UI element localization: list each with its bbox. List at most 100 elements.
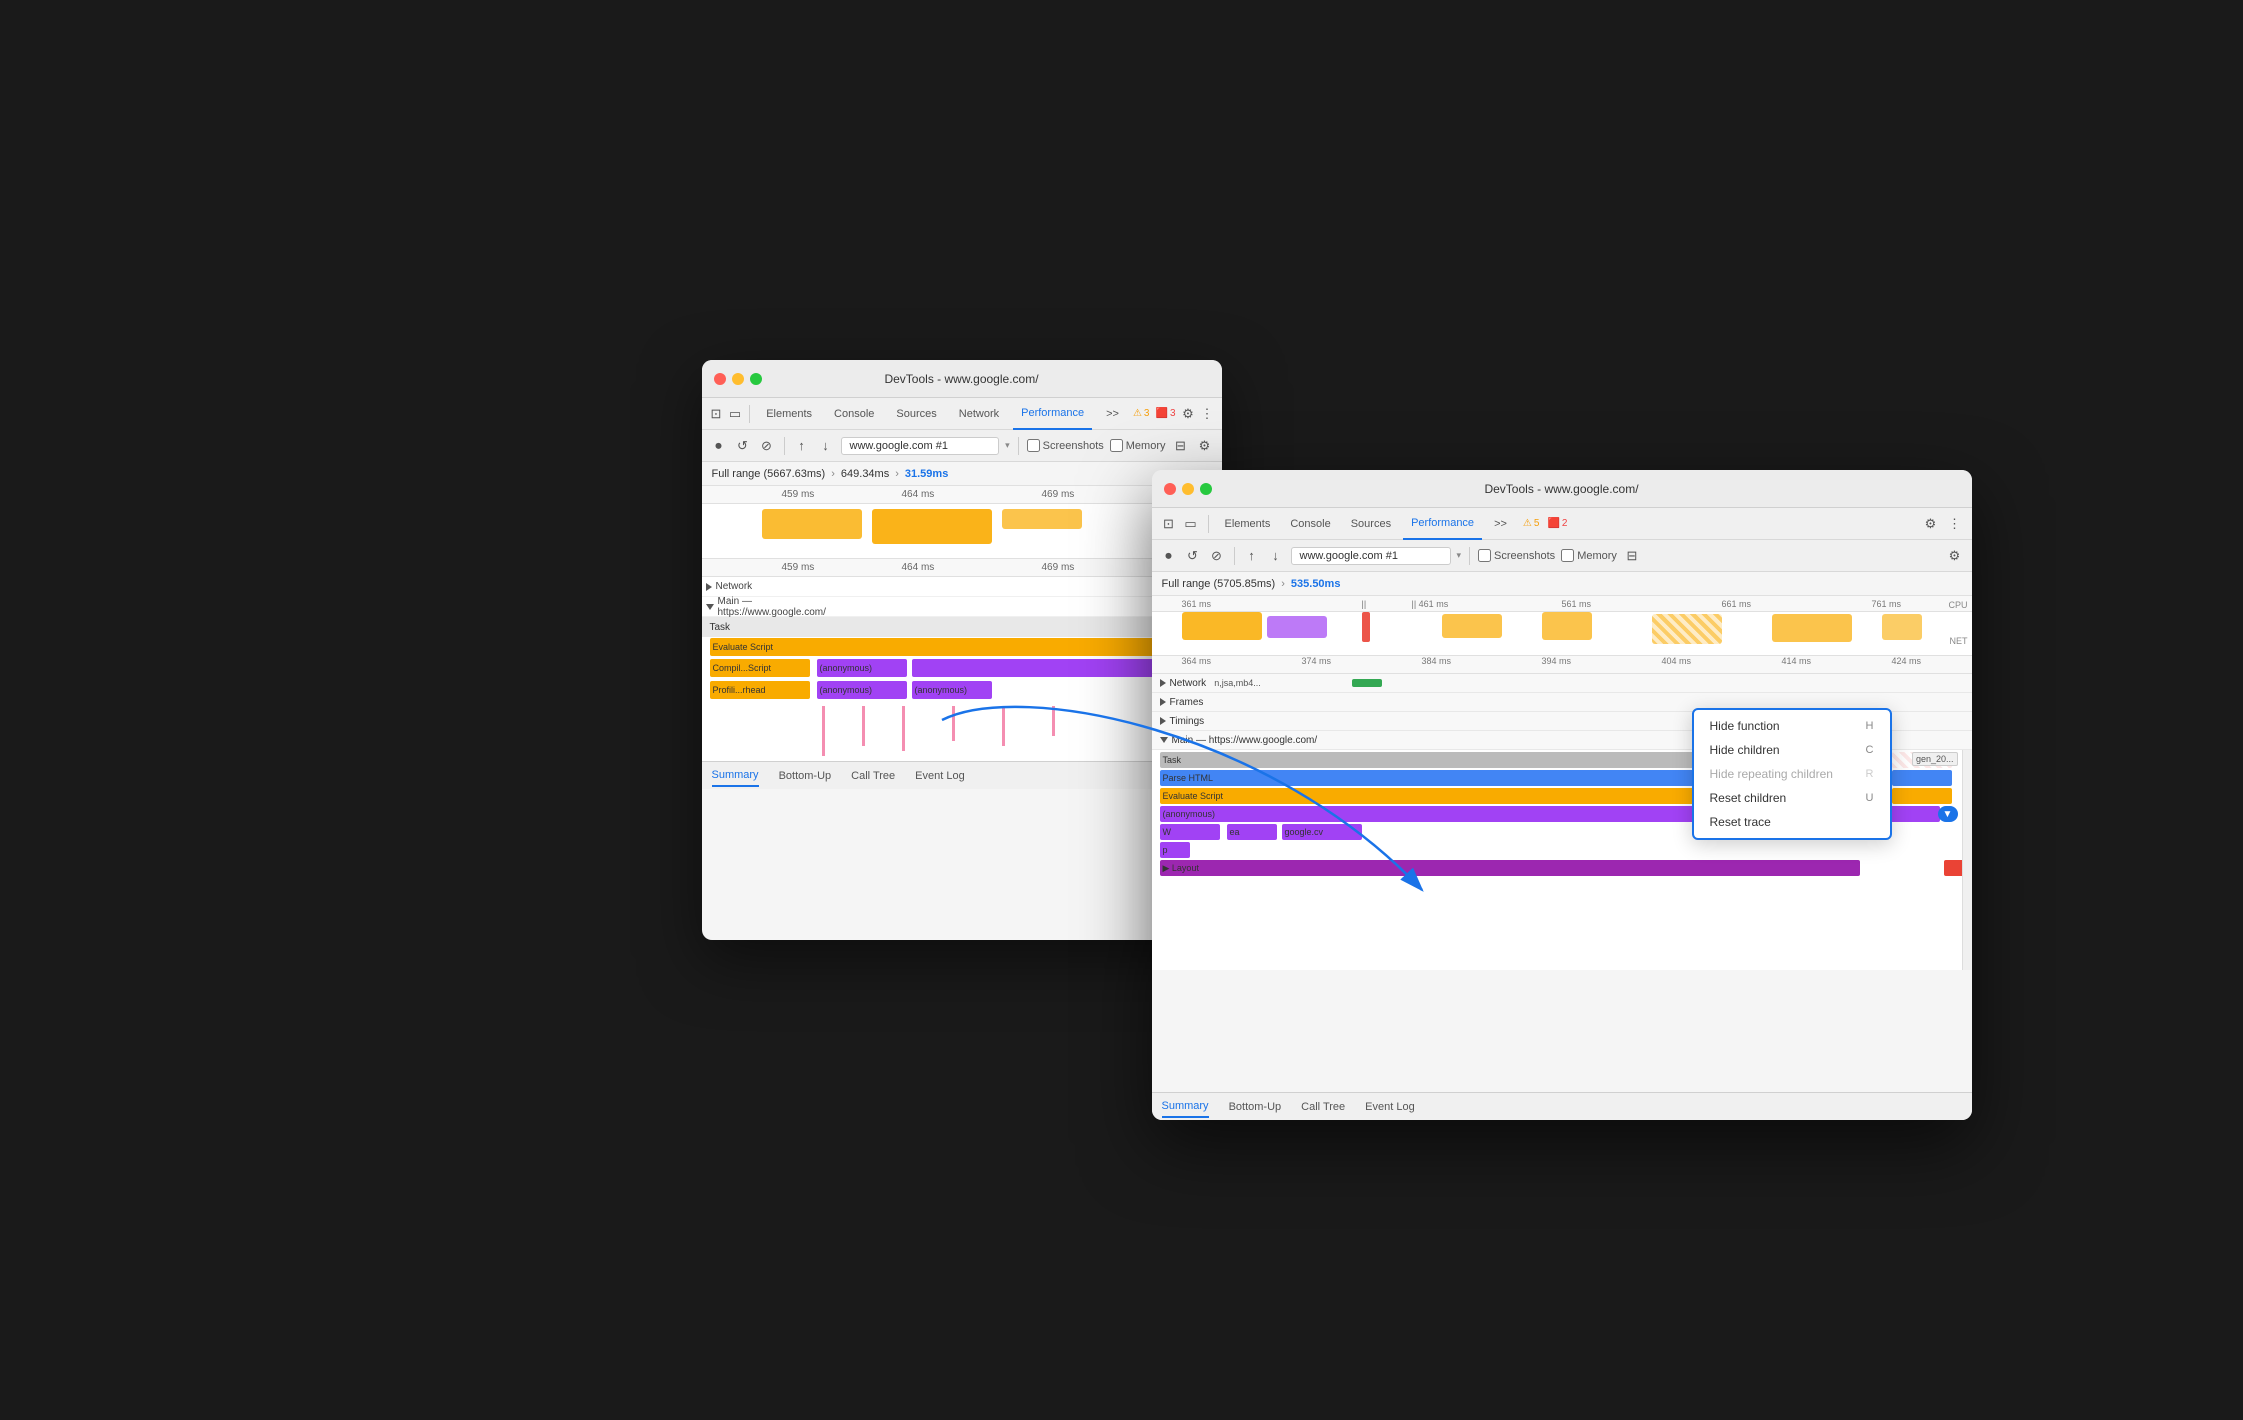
ctx-hide-function[interactable]: Hide function H (1694, 714, 1890, 738)
back-profil-anon1[interactable]: (anonymous) (817, 681, 907, 699)
front-minimize-button[interactable] (1182, 483, 1194, 495)
back-sep2 (784, 437, 785, 455)
front-expand-icon: ▼ (1943, 809, 1953, 820)
front-more-tabs[interactable]: >> (1486, 508, 1515, 540)
back-upload-icon[interactable]: ↑ (793, 437, 811, 455)
back-settings2-icon[interactable]: ⚙ (1196, 437, 1214, 455)
front-googlecv-block[interactable]: google.cv (1282, 824, 1362, 840)
front-traffic-lights (1164, 483, 1212, 495)
back-inspect-icon[interactable]: ⊡ (710, 405, 723, 423)
front-record-icon[interactable]: ⏺ (1160, 547, 1178, 565)
front-memory-input[interactable] (1561, 549, 1574, 562)
front-device-icon[interactable]: ▭ (1182, 515, 1200, 533)
back-main-expand[interactable] (706, 604, 714, 610)
front-eventlog-tab[interactable]: Event Log (1365, 1097, 1415, 1117)
back-range-mid: 649.34ms (841, 468, 889, 480)
ctx-reset-trace[interactable]: Reset trace (1694, 810, 1890, 834)
front-settings2-icon[interactable]: ⚙ (1946, 547, 1964, 565)
back-evaluate-block[interactable]: Evaluate Script (710, 638, 1190, 656)
front-url-chevron[interactable]: ▾ (1457, 550, 1462, 561)
back-compil-block[interactable]: Compil...Script (710, 659, 810, 677)
front-scrollbar[interactable] (1962, 750, 1972, 970)
back-reload-icon[interactable]: ↺ (734, 437, 752, 455)
back-more-icon[interactable]: ⋮ (1200, 405, 1213, 423)
front-screenshots-check[interactable]: Screenshots (1478, 549, 1555, 562)
front-summary-tab[interactable]: Summary (1162, 1096, 1209, 1118)
front-maximize-button[interactable] (1200, 483, 1212, 495)
front-p-block[interactable]: p (1160, 842, 1190, 858)
back-calltree-tab[interactable]: Call Tree (851, 766, 895, 786)
back-tab-elements[interactable]: Elements (758, 398, 820, 430)
back-clear-icon[interactable]: ⊘ (758, 437, 776, 455)
front-range-end: 535.50ms (1291, 578, 1341, 590)
back-cpu-throttle-icon[interactable]: ⊟ (1172, 437, 1190, 455)
front-calltree-tab[interactable]: Call Tree (1301, 1097, 1345, 1117)
front-bottomup-tab[interactable]: Bottom-Up (1229, 1097, 1282, 1117)
front-range-text: Full range (5705.85ms) (1162, 578, 1276, 590)
front-ea-block[interactable]: ea (1227, 824, 1277, 840)
front-window: DevTools - www.google.com/ ⊡ ▭ Elements … (1152, 470, 1972, 1120)
front-timings-expand[interactable] (1160, 717, 1166, 725)
front-tab-sources[interactable]: Sources (1343, 508, 1399, 540)
back-bottomup-tab[interactable]: Bottom-Up (779, 766, 832, 786)
front-clear-icon[interactable]: ⊘ (1208, 547, 1226, 565)
back-tab-sources[interactable]: Sources (888, 398, 944, 430)
front-network-expand[interactable] (1160, 679, 1166, 687)
front-settings-icon[interactable]: ⚙ (1922, 515, 1940, 533)
front-tick1: 361 ms (1182, 599, 1212, 609)
back-memory-check[interactable]: Memory (1110, 439, 1166, 452)
front-reload-icon[interactable]: ↺ (1184, 547, 1202, 565)
ctx-reset-children-label: Reset children (1710, 791, 1787, 805)
front-screenshots-input[interactable] (1478, 549, 1491, 562)
front-url[interactable]: www.google.com #1 (1291, 547, 1451, 565)
front-more-icon[interactable]: ⋮ (1946, 515, 1964, 533)
back-profil-block[interactable]: Profili...rhead (710, 681, 810, 699)
front-close-button[interactable] (1164, 483, 1176, 495)
back-record-icon[interactable]: ⏺ (710, 437, 728, 455)
back-task-label: Task (710, 622, 731, 633)
front-tab-performance[interactable]: Performance (1403, 508, 1482, 540)
back-pink1 (822, 706, 825, 756)
front-main-expand[interactable] (1160, 737, 1168, 743)
back-summary-tab[interactable]: Summary (712, 765, 759, 787)
back-range-arrow2: › (895, 468, 899, 480)
back-device-icon[interactable]: ▭ (728, 405, 741, 423)
front-upload-icon[interactable]: ↑ (1243, 547, 1261, 565)
back-maximize-button[interactable] (750, 373, 762, 385)
back-main-label: Main — https://www.google.com/ (706, 596, 846, 618)
back-minimize-button[interactable] (732, 373, 744, 385)
front-network-files: n,jsa,mb4... (1214, 678, 1261, 688)
back-screenshots-check[interactable]: Screenshots (1027, 439, 1104, 452)
back-close-button[interactable] (714, 373, 726, 385)
back-anon2-block[interactable] (912, 659, 1162, 677)
front-expand-button[interactable]: ▼ (1938, 806, 1958, 822)
front-layout-block[interactable]: ▶ Layout (1160, 860, 1860, 876)
back-url[interactable]: www.google.com #1 (841, 437, 1000, 455)
back-settings-icon[interactable]: ⚙ (1182, 405, 1195, 423)
ctx-reset-children[interactable]: Reset children U (1694, 786, 1890, 810)
front-memory-check[interactable]: Memory (1561, 549, 1617, 562)
back-tab-network[interactable]: Network (951, 398, 1007, 430)
ctx-hide-children[interactable]: Hide children C (1694, 738, 1890, 762)
front-download-icon[interactable]: ↓ (1267, 547, 1285, 565)
back-tab-performance[interactable]: Performance (1013, 398, 1092, 430)
back-more-tabs[interactable]: >> (1098, 398, 1127, 430)
back-pink2 (862, 706, 865, 746)
front-w-block[interactable]: W (1160, 824, 1220, 840)
back-memory-input[interactable] (1110, 439, 1123, 452)
back-evaluate-label: Evaluate Script (713, 642, 774, 652)
back-eventlog-tab[interactable]: Event Log (915, 766, 965, 786)
back-url-chevron[interactable]: ▾ (1005, 440, 1010, 451)
back-tab-console[interactable]: Console (826, 398, 882, 430)
front-frames-expand[interactable] (1160, 698, 1166, 706)
back-network-expand[interactable] (706, 583, 712, 591)
back-download-icon[interactable]: ↓ (817, 437, 835, 455)
front-inspect-icon[interactable]: ⊡ (1160, 515, 1178, 533)
front-tab-console[interactable]: Console (1282, 508, 1338, 540)
front-cpu-icon[interactable]: ⊟ (1623, 547, 1641, 565)
front-mid-tick1: 364 ms (1182, 656, 1212, 666)
back-profil-anon2[interactable]: (anonymous) (912, 681, 992, 699)
back-screenshots-input[interactable] (1027, 439, 1040, 452)
front-tab-elements[interactable]: Elements (1217, 508, 1279, 540)
back-anon1-block[interactable]: (anonymous) (817, 659, 907, 677)
